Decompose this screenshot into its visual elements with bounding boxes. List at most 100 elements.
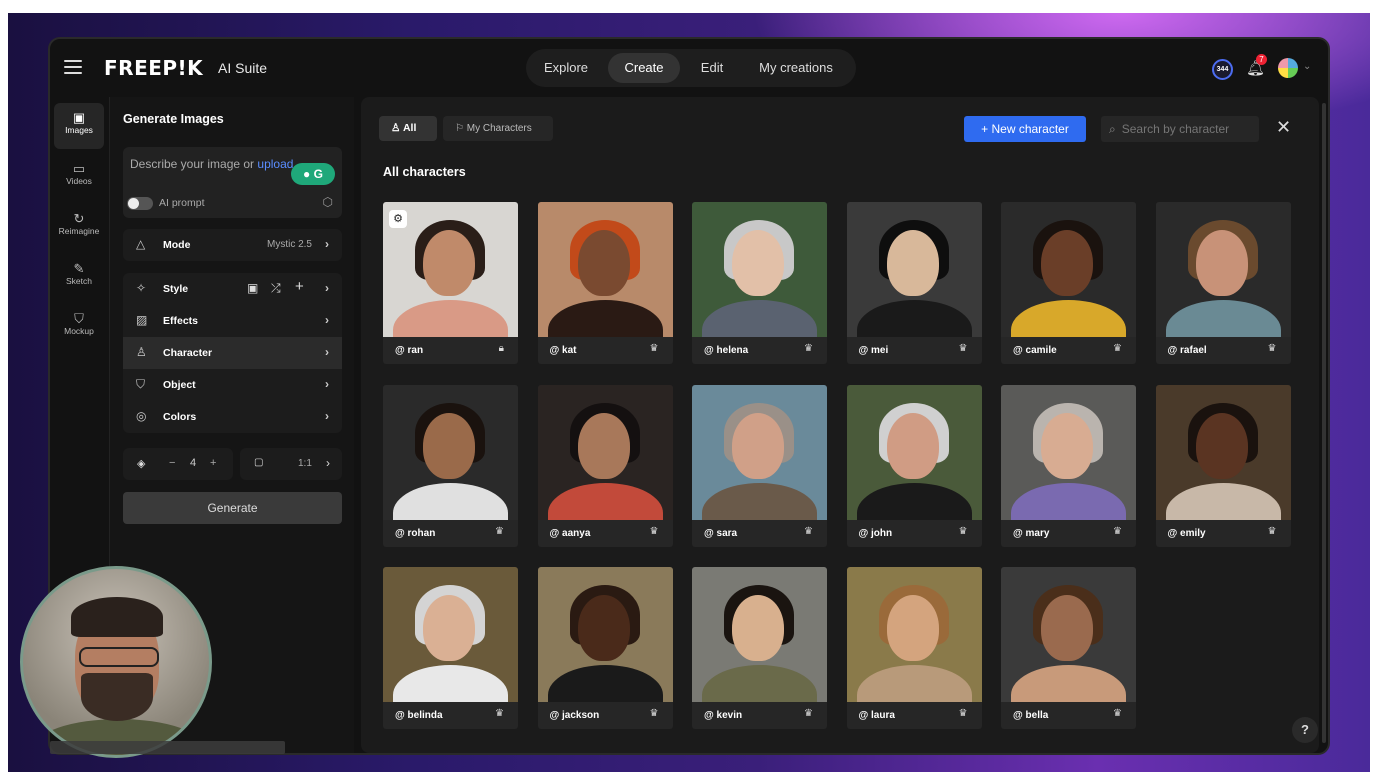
crown-icon: ♛ <box>1267 343 1277 354</box>
character-photo <box>846 567 982 702</box>
rail-label: Videos <box>66 176 92 186</box>
character-name: @ sara <box>704 527 738 539</box>
crown-icon: ♛ <box>958 525 968 537</box>
character-card[interactable]: @ rafael ♛ <box>1155 202 1291 364</box>
lock-icon: 🔒︎ <box>498 343 504 354</box>
character-card[interactable]: @ camile ♛ <box>1001 202 1136 364</box>
character-photo <box>1001 567 1136 702</box>
increment-button[interactable]: + <box>210 457 216 469</box>
character-label: Character <box>163 347 213 359</box>
character-photo <box>383 567 518 702</box>
quantity-value: 4 <box>190 457 197 469</box>
character-card[interactable]: @ rohan ♛ <box>383 384 518 547</box>
character-photo <box>537 567 673 702</box>
character-card[interactable]: @ ran 🔒︎ ⚙ <box>383 202 518 364</box>
object-row[interactable]: ⛉ Object › <box>123 369 342 401</box>
chevron-right-icon: › <box>325 281 329 295</box>
new-character-button[interactable]: + New character <box>964 116 1086 142</box>
rail-item-videos[interactable]: ▭ Videos <box>54 154 104 200</box>
mode-selector[interactable]: △ Mode Mystic 2.5 › <box>123 229 342 261</box>
cube-icon[interactable]: ⬡ <box>323 195 333 209</box>
gallery-icon[interactable]: ▣ <box>247 281 258 295</box>
images-icon: ▣ <box>72 110 86 125</box>
help-button[interactable]: ? <box>1292 717 1318 743</box>
tab-explore[interactable]: Explore <box>530 53 602 83</box>
character-card[interactable]: @ aanya ♛ <box>537 384 673 547</box>
character-card[interactable]: @ mei ♛ <box>846 202 982 364</box>
close-icon[interactable]: ✕ <box>1276 117 1291 138</box>
character-card[interactable]: @ kat ♛ <box>537 202 673 364</box>
character-row[interactable]: ♙ Character › <box>123 337 342 369</box>
rail-item-reimagine[interactable]: ↻ Reimagine <box>54 204 104 250</box>
rail-item-images[interactable]: ▣ Images <box>54 103 104 149</box>
filter-my-characters[interactable]: ⚐ My Characters <box>443 116 553 141</box>
panel-title: Generate Images <box>123 112 224 126</box>
character-photo <box>1001 384 1136 520</box>
rail-item-sketch[interactable]: ✎ Sketch <box>54 254 104 300</box>
character-card[interactable]: @ laura ♛ <box>846 567 982 729</box>
character-name: @ bella <box>1013 710 1049 721</box>
tab-my-creations[interactable]: My creations <box>744 53 848 83</box>
logo[interactable]: FREEP!K <box>104 56 203 80</box>
grammarly-icon[interactable]: ● G <box>291 163 335 185</box>
character-photo <box>537 202 673 337</box>
credits-badge[interactable]: 344 <box>1212 59 1233 80</box>
shuffle-icon[interactable]: ⤮ <box>271 281 281 296</box>
effects-row[interactable]: ▨ Effects › <box>123 305 342 337</box>
avatar[interactable] <box>1278 58 1298 78</box>
character-card[interactable]: @ emily ♛ <box>1155 384 1291 547</box>
section-title: All characters <box>383 165 466 179</box>
crown-icon: ♛ <box>495 708 504 719</box>
filter-my-label: My Characters <box>466 123 532 134</box>
character-card[interactable]: @ belinda ♛ <box>383 567 518 729</box>
search-input[interactable] <box>1121 122 1242 136</box>
mode-value: Mystic 2.5 <box>266 239 312 250</box>
style-icon: ✧ <box>136 281 147 295</box>
chevron-right-icon: › <box>325 409 329 423</box>
generate-button[interactable]: Generate <box>123 492 342 524</box>
style-row[interactable]: ✧ Style ▣ ⤮ + › <box>123 273 342 305</box>
upload-link[interactable]: upload <box>257 157 293 171</box>
decrement-button[interactable]: − <box>169 457 175 469</box>
scrollbar[interactable] <box>1322 103 1326 743</box>
character-name: @ laura <box>858 710 895 721</box>
gear-icon[interactable]: ⚙ <box>389 210 407 228</box>
tab-edit[interactable]: Edit <box>684 53 740 83</box>
character-card[interactable]: @ jackson ♛ <box>537 567 673 729</box>
chevron-right-icon: › <box>325 377 329 391</box>
character-photo <box>692 567 827 702</box>
characters-panel: ♙ All ⚐ My Characters + New character ⌕ … <box>361 97 1319 753</box>
tab-create[interactable]: Create <box>608 53 680 83</box>
crown-icon: ♛ <box>649 708 659 719</box>
crown-icon: ♛ <box>1267 525 1277 537</box>
aspect-ratio-selector[interactable]: ▢ 1:1 › <box>240 448 342 480</box>
character-name: @ aanya <box>549 527 591 539</box>
character-photo <box>692 202 827 337</box>
character-card[interactable]: @ bella ♛ <box>1001 567 1136 729</box>
style-label: Style <box>163 283 189 295</box>
character-card[interactable]: @ sara ♛ <box>692 384 827 547</box>
chevron-down-icon[interactable]: ⌄ <box>1303 61 1311 72</box>
prompt-input[interactable]: Describe your image or upload ● G AI pro… <box>123 147 342 218</box>
chevron-right-icon: › <box>325 237 329 251</box>
character-card[interactable]: @ john ♛ <box>846 384 982 547</box>
character-search[interactable]: ⌕ <box>1101 116 1259 142</box>
colors-row[interactable]: ◎ Colors › <box>123 401 342 433</box>
character-card[interactable]: @ kevin ♛ <box>692 567 827 729</box>
plus-icon[interactable]: + <box>295 278 304 295</box>
crown-icon: ♛ <box>495 525 504 537</box>
filter-all[interactable]: ♙ All <box>379 116 437 141</box>
menu-icon[interactable] <box>64 60 82 74</box>
rail-item-mockup[interactable]: ⛉ Mockup <box>54 304 104 350</box>
crown-icon: ♛ <box>1113 525 1122 537</box>
rail-label: Reimagine <box>58 226 100 236</box>
character-card[interactable]: @ mary ♛ <box>1001 384 1136 547</box>
crown-icon: ♛ <box>804 708 813 719</box>
ratio-value: 1:1 <box>298 458 312 469</box>
rail-label: Images <box>65 125 93 135</box>
character-name: @ rohan <box>395 527 436 539</box>
sketch-icon: ✎ <box>73 261 85 276</box>
character-card[interactable]: @ helena ♛ <box>692 202 827 364</box>
rail-label: Sketch <box>66 276 92 286</box>
ai-prompt-toggle[interactable] <box>127 197 153 210</box>
